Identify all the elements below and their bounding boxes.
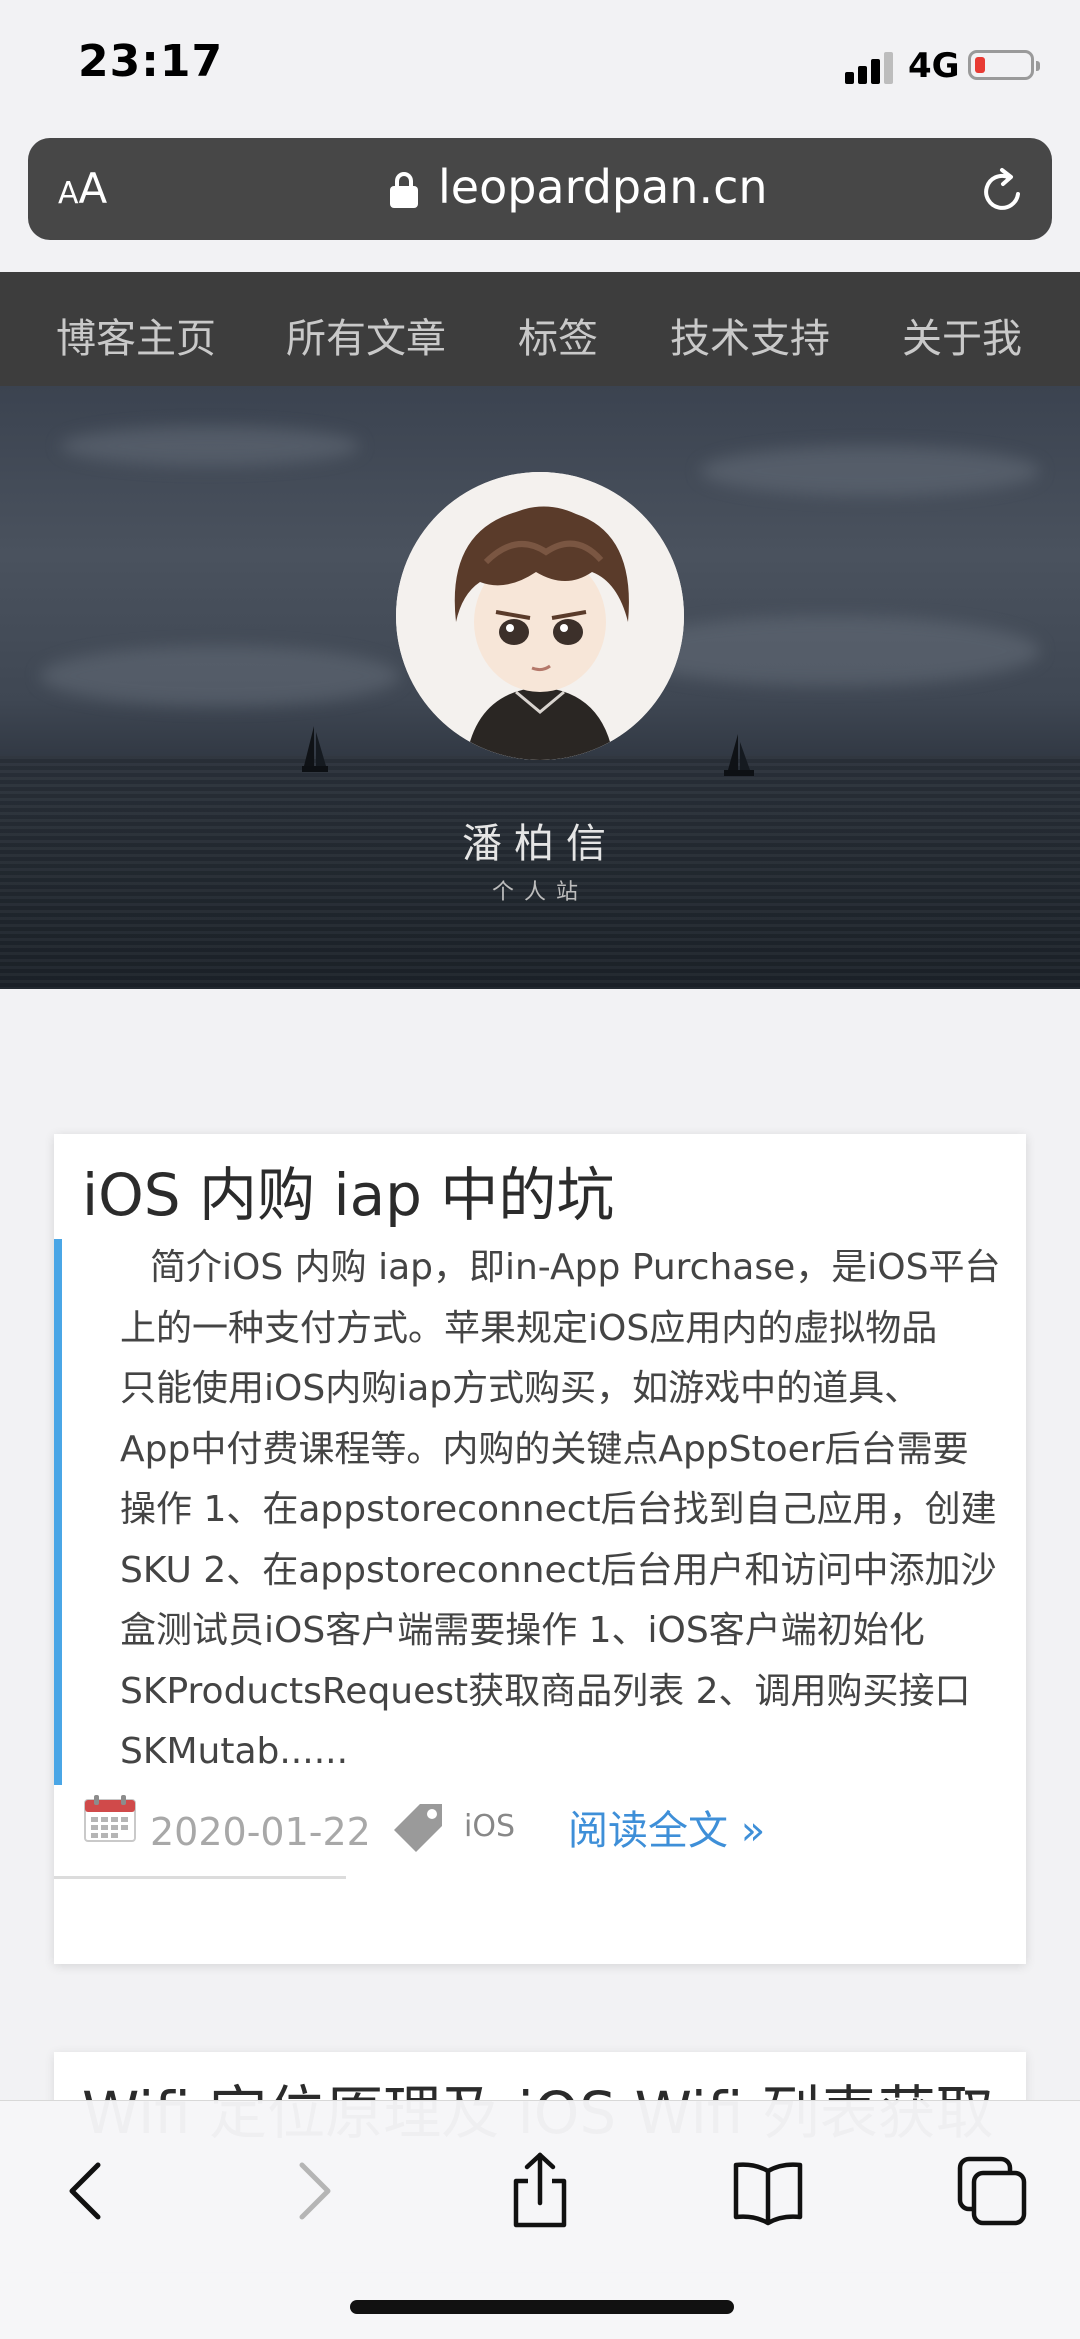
sailboat-left [302, 726, 328, 772]
author-name: 潘柏信 [462, 821, 618, 867]
excerpt-line: SKU 2、在appstoreconnect后台用户和访问中添加沙 [120, 1549, 997, 1591]
text-size-button[interactable]: AA [58, 164, 107, 213]
nav-item-about[interactable]: 关于我 [902, 306, 1022, 364]
sailboat-right [724, 734, 754, 776]
status-bar: 23:17 4G [0, 0, 1080, 130]
excerpt-line: 盒测试员iOS客户端需要操作 1、iOS客户端初始化 [120, 1610, 925, 1651]
bookmarks-icon[interactable] [728, 2151, 808, 2231]
nav-item-tags[interactable]: 标签 [518, 306, 598, 364]
nav-item-home[interactable]: 博客主页 [56, 306, 216, 364]
forward-icon[interactable] [272, 2151, 352, 2231]
battery-icon [968, 50, 1040, 80]
article-tag[interactable]: iOS [464, 1809, 515, 1844]
lock-icon [390, 172, 418, 208]
excerpt-line: SKMutab...... [120, 1731, 349, 1772]
nav-item-support[interactable]: 技术支持 [670, 306, 830, 364]
excerpt-line: 操作 1、在appstoreconnect后台找到自己应用，创建 [120, 1489, 997, 1530]
nav-item-all-posts[interactable]: 所有文章 [286, 306, 446, 364]
tag-icon [394, 1804, 442, 1852]
meta-divider [54, 1876, 346, 1879]
signal-icon [845, 50, 897, 84]
excerpt-line: SKProductsRequest获取商品列表 2、调用购买接口 [120, 1670, 971, 1712]
excerpt-line: 简介iOS 内购 iap，即in-App Purchase，是iOS平台 [150, 1247, 1001, 1288]
article-excerpt: 简介iOS 内购 iap，即in-App Purchase，是iOS平台 上的一… [120, 1238, 1060, 1783]
status-time: 23:17 [78, 36, 224, 87]
sea-background [0, 756, 1080, 989]
home-indicator[interactable] [350, 2300, 734, 2314]
avatar[interactable] [396, 472, 684, 760]
network-type: 4G [908, 46, 960, 86]
reload-icon[interactable] [978, 166, 1028, 216]
avatar-illustration [396, 472, 684, 760]
read-more-link[interactable]: 阅读全文 » [568, 1798, 765, 1856]
article-card: iOS 内购 iap 中的坑 简介iOS 内购 iap，即in-App Purc… [54, 1134, 1026, 1964]
article-title[interactable]: iOS 内购 iap 中的坑 [82, 1148, 614, 1232]
blog-nav: 博客主页 所有文章 标签 技术支持 关于我 [0, 272, 1080, 386]
excerpt-line: 上的一种支付方式。苹果规定iOS应用内的虚拟物品 [120, 1307, 938, 1349]
url-domain[interactable]: leopardpan.cn [438, 160, 768, 214]
calendar-icon [84, 1795, 136, 1842]
quote-bar [54, 1239, 62, 1785]
back-icon[interactable] [48, 2151, 128, 2231]
excerpt-line: App中付费课程等。内购的关键点AppStoer后台需要 [120, 1428, 969, 1470]
site-subtitle: 个人站 [491, 880, 588, 905]
tabs-icon[interactable] [952, 2151, 1032, 2231]
hero-banner: 潘柏信 个人站 [0, 386, 1080, 989]
address-bar[interactable]: AA leopardpan.cn [28, 138, 1052, 240]
share-icon[interactable] [500, 2151, 580, 2231]
excerpt-line: 只能使用iOS内购iap方式购买，如游戏中的道具、 [120, 1368, 921, 1409]
article-date: 2020-01-22 [150, 1810, 371, 1854]
